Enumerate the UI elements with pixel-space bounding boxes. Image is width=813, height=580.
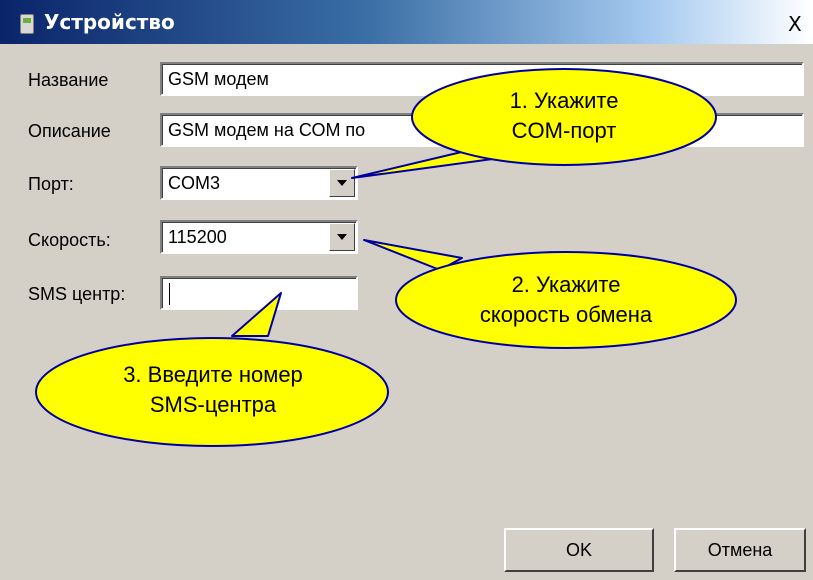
dialog-window: Устройство X Название GSM модем Описание…: [0, 0, 813, 580]
callout-2-text: 2. Укажите скорость обмена: [479, 272, 653, 327]
callout-1-text: 1. Укажите COM-порт: [509, 88, 619, 143]
callout-3-text: 3. Введите номер SMS-центра: [123, 362, 303, 417]
